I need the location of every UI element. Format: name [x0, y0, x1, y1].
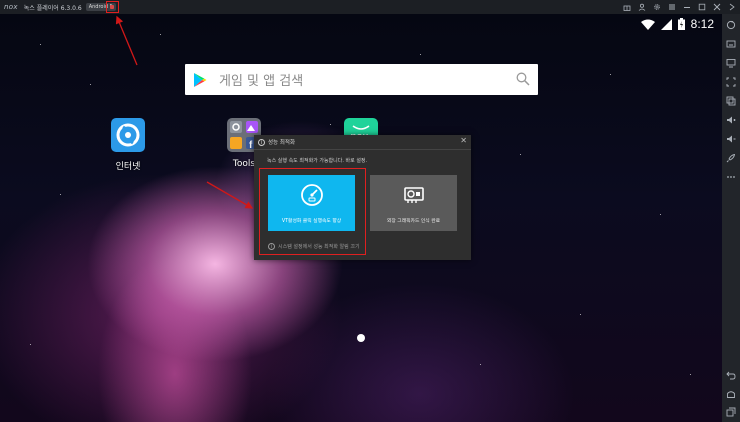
volume-up-icon[interactable] [726, 115, 736, 125]
gpu-detected-option[interactable]: 외장 그래픽카드 인식 완료 [370, 175, 457, 231]
recent-apps-icon[interactable] [726, 407, 736, 417]
status-clock: 8:12 [690, 17, 714, 31]
wifi-icon [640, 19, 655, 30]
gpu-option-label: 외장 그래픽카드 인식 완료 [386, 219, 441, 224]
vt-option-label: VT활성화 클릭 실행속도 향상 [281, 219, 342, 224]
window-controls [623, 0, 736, 14]
screen-icon[interactable] [726, 58, 736, 68]
volume-down-icon[interactable] [726, 134, 736, 144]
dialog-close-button[interactable]: ✕ [460, 136, 467, 145]
nox-player-window: nox 녹스 플레이어 6.3.0.6 Android 5 8:12 게임 및 … [0, 0, 740, 422]
battery-icon [677, 18, 685, 30]
close-icon[interactable] [713, 3, 721, 11]
rocket-icon[interactable] [726, 153, 736, 163]
screenshot-icon[interactable] [726, 77, 736, 87]
signal-icon [660, 18, 672, 30]
android-status-bar: 8:12 [640, 17, 714, 31]
app-label: 인터넷 [115, 162, 141, 172]
dialog-title-text: 성능 최적화 [268, 140, 296, 146]
emulator-sidebar [722, 14, 740, 422]
home-icon[interactable] [726, 389, 736, 399]
performance-alert-button[interactable] [106, 1, 119, 13]
keyboard-icon[interactable] [726, 39, 736, 49]
multi-instance-icon[interactable] [726, 96, 736, 106]
dialog-message: 녹스 실행 속도 최적화가 가능합니다. 바로 설정. [267, 158, 368, 164]
title-bar: nox 녹스 플레이어 6.3.0.6 Android 5 [0, 0, 740, 14]
expand-sidebar-icon[interactable] [728, 3, 736, 11]
performance-optimization-dialog: i 성능 최적화 ✕ 녹스 실행 속도 최적화가 가능합니다. 바로 설정. V… [254, 135, 471, 260]
internet-browser-icon [111, 118, 145, 152]
home-page-indicator [357, 334, 365, 342]
vt-enable-button[interactable]: VT활성화 클릭 실행속도 향상 [268, 175, 355, 231]
user-icon[interactable] [638, 3, 646, 11]
dialog-divider [254, 149, 471, 150]
dialog-footer-text: 시스템 설정에서 성능 최적화 알림 끄기 [278, 244, 360, 250]
settings-gear-icon[interactable] [653, 3, 661, 11]
google-play-icon [194, 72, 207, 87]
search-placeholder: 게임 및 앱 검색 [219, 74, 304, 89]
graphics-card-icon [403, 187, 424, 203]
nox-logo: nox [4, 3, 18, 11]
speedometer-icon [300, 184, 323, 206]
app-internet[interactable]: 인터넷 [98, 118, 158, 172]
play-store-search-bar[interactable]: 게임 및 앱 검색 [185, 64, 538, 95]
alert-icon [110, 4, 114, 9]
dialog-footer[interactable]: i 시스템 설정에서 성능 최적화 알림 끄기 [268, 243, 360, 250]
info-icon: i [268, 243, 275, 250]
back-icon[interactable] [726, 370, 736, 380]
search-icon[interactable] [516, 72, 530, 86]
maximize-icon[interactable] [698, 3, 706, 11]
dialog-title: i 성능 최적화 [258, 138, 295, 146]
more-options-icon[interactable] [726, 172, 736, 182]
rotate-icon[interactable] [726, 20, 736, 30]
window-title: 녹스 플레이어 6.3.0.6 [23, 4, 82, 12]
info-icon: i [258, 138, 265, 146]
menu-icon[interactable] [668, 3, 676, 11]
gift-icon[interactable] [623, 3, 631, 11]
minimize-icon[interactable] [683, 3, 691, 11]
